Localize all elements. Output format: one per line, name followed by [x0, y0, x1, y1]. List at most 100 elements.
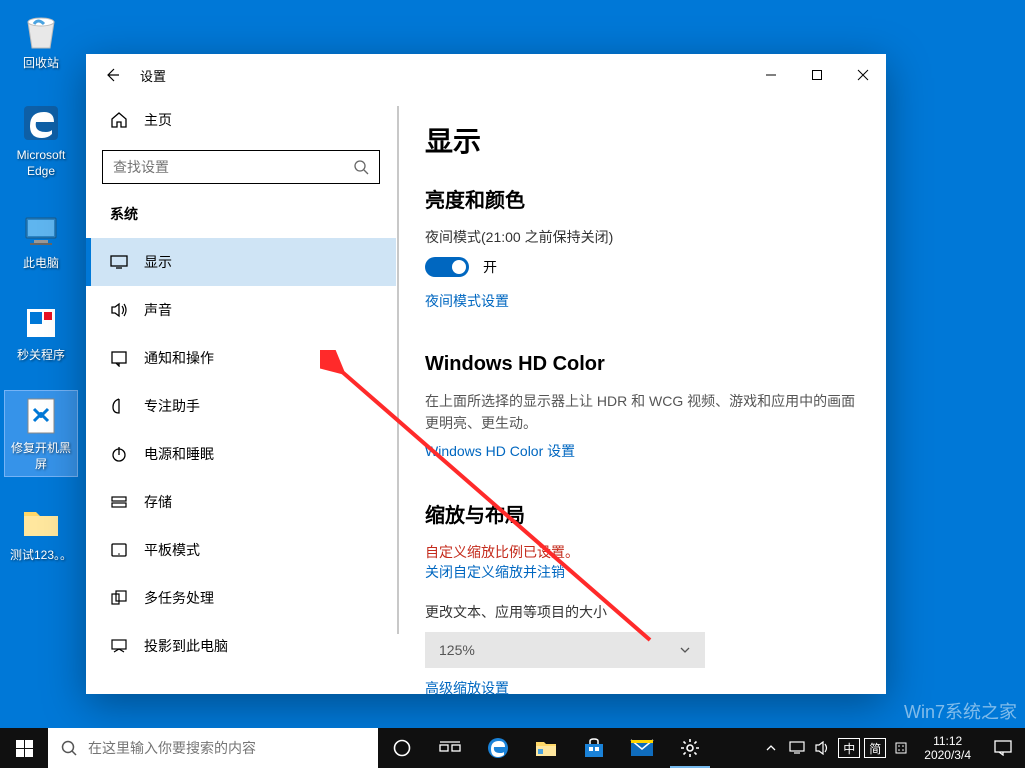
storage-icon — [110, 493, 128, 511]
multitasking-icon — [110, 589, 128, 607]
page-title: 显示 — [425, 120, 858, 160]
desktop-icon-label: 此电脑 — [23, 256, 59, 272]
ime-mode[interactable]: 简 — [864, 738, 886, 758]
sound-icon — [110, 301, 128, 319]
focus-icon — [110, 397, 128, 415]
start-button[interactable] — [0, 728, 48, 768]
desktop-icon-label: 测试123。。 — [10, 548, 72, 564]
nav-label: 显示 — [144, 252, 172, 272]
nav-label: 声音 — [144, 300, 172, 320]
clock-date: 2020/3/4 — [924, 748, 971, 762]
home-icon — [110, 111, 128, 129]
back-button[interactable] — [96, 59, 128, 91]
desktop-icon-label: 修复开机黑屏 — [7, 441, 75, 472]
recycle-bin-icon — [20, 10, 62, 52]
hd-color-settings-link[interactable]: Windows HD Color 设置 — [425, 441, 575, 461]
taskbar-edge[interactable] — [474, 728, 522, 768]
hd-color-description: 在上面所选择的显示器上让 HDR 和 WCG 视频、游戏和应用中的画面更明亮、更… — [425, 390, 858, 435]
desktop-icon-label: 回收站 — [23, 56, 59, 72]
folder-icon — [20, 502, 62, 544]
hd-color-heading: Windows HD Color — [425, 353, 858, 376]
night-light-settings-link[interactable]: 夜间模式设置 — [425, 291, 509, 311]
task-view-button[interactable] — [426, 728, 474, 768]
sidebar: 主页 系统 显示 声音 通知和操作 专注助手 — [86, 96, 396, 694]
window-title: 设置 — [140, 66, 166, 85]
nav-multitasking[interactable]: 多任务处理 — [86, 574, 396, 622]
taskbar-settings[interactable] — [666, 728, 714, 768]
maximize-button[interactable] — [794, 59, 840, 91]
minimize-button[interactable] — [748, 59, 794, 91]
home-button[interactable]: 主页 — [86, 96, 396, 144]
desktop-icon-this-pc[interactable]: 此电脑 — [4, 206, 78, 276]
desktop-icon-recycle-bin[interactable]: 回收站 — [4, 6, 78, 76]
desktop-icon-shutdown-app[interactable]: 秒关程序 — [4, 298, 78, 368]
desktop-icon-test-folder[interactable]: 测试123。。 — [4, 498, 78, 568]
nav-power-sleep[interactable]: 电源和睡眠 — [86, 430, 396, 478]
ime-lang[interactable]: 中 — [838, 738, 860, 758]
nav-tablet-mode[interactable]: 平板模式 — [86, 526, 396, 574]
nav-label: 电源和睡眠 — [144, 444, 214, 464]
section-label: 系统 — [86, 198, 396, 238]
script-icon — [20, 395, 62, 437]
close-button[interactable] — [840, 59, 886, 91]
tray-volume-icon[interactable] — [810, 728, 836, 768]
tablet-icon — [110, 541, 128, 559]
system-tray: 中 简 11:12 2020/3/4 — [758, 728, 1025, 768]
nav-notifications[interactable]: 通知和操作 — [86, 334, 396, 382]
nav-label: 存储 — [144, 492, 172, 512]
scale-warning: 自定义缩放比例已设置。 — [425, 542, 858, 562]
taskbar-search-input[interactable] — [88, 740, 366, 756]
nav-label: 平板模式 — [144, 540, 200, 560]
brightness-heading: 亮度和颜色 — [425, 184, 858, 213]
computer-icon — [20, 210, 62, 252]
search-input[interactable] — [113, 159, 353, 175]
scale-signout-link[interactable]: 关闭自定义缩放并注销 — [425, 562, 565, 582]
taskbar-clock[interactable]: 11:12 2020/3/4 — [914, 728, 981, 768]
scale-heading: 缩放与布局 — [425, 499, 858, 528]
taskbar-store[interactable] — [570, 728, 618, 768]
scale-dropdown[interactable]: 125% — [425, 632, 705, 668]
nav-focus-assist[interactable]: 专注助手 — [86, 382, 396, 430]
titlebar: 设置 — [86, 54, 886, 96]
action-center-button[interactable] — [981, 728, 1025, 768]
night-light-label: 夜间模式(21:00 之前保持关闭) — [425, 227, 858, 247]
night-light-toggle[interactable] — [425, 257, 469, 277]
nav-display[interactable]: 显示 — [86, 238, 396, 286]
content-area: 显示 亮度和颜色 夜间模式(21:00 之前保持关闭) 开 夜间模式设置 Win… — [396, 96, 886, 694]
desktop-icon-edge[interactable]: Microsoft Edge — [4, 98, 78, 183]
edge-icon — [20, 102, 62, 144]
tray-ime-icon[interactable] — [888, 728, 914, 768]
scale-text-label: 更改文本、应用等项目的大小 — [425, 602, 858, 622]
nav-sound[interactable]: 声音 — [86, 286, 396, 334]
search-icon — [353, 159, 369, 175]
nav-label: 专注助手 — [144, 396, 200, 416]
nav-storage[interactable]: 存储 — [86, 478, 396, 526]
clock-time: 11:12 — [933, 734, 962, 748]
toggle-state: 开 — [483, 257, 497, 277]
taskbar-mail[interactable] — [618, 728, 666, 768]
chevron-down-icon — [679, 644, 691, 656]
nav-label: 投影到此电脑 — [144, 636, 228, 656]
nav-projecting[interactable]: 投影到此电脑 — [86, 622, 396, 670]
nav-label: 通知和操作 — [144, 348, 214, 368]
scale-value: 125% — [439, 642, 475, 658]
search-icon — [60, 739, 78, 757]
settings-search[interactable] — [102, 150, 380, 184]
power-icon — [110, 445, 128, 463]
desktop-icon-label: 秒关程序 — [17, 348, 65, 364]
cortana-button[interactable] — [378, 728, 426, 768]
notifications-icon — [110, 349, 128, 367]
desktop-icon-label: Microsoft Edge — [6, 148, 76, 179]
desktop-icon-fix-blackscreen[interactable]: 修复开机黑屏 — [4, 390, 78, 477]
settings-window: 设置 主页 系统 显示 声音 — [86, 54, 886, 694]
home-label: 主页 — [144, 110, 172, 130]
taskbar: 中 简 11:12 2020/3/4 — [0, 728, 1025, 768]
tray-display-icon[interactable] — [784, 728, 810, 768]
nav-label: 多任务处理 — [144, 588, 214, 608]
taskbar-search[interactable] — [48, 728, 378, 768]
display-icon — [110, 253, 128, 271]
projecting-icon — [110, 637, 128, 655]
tray-chevron-up-icon[interactable] — [758, 728, 784, 768]
taskbar-explorer[interactable] — [522, 728, 570, 768]
advanced-scale-link[interactable]: 高级缩放设置 — [425, 678, 509, 694]
